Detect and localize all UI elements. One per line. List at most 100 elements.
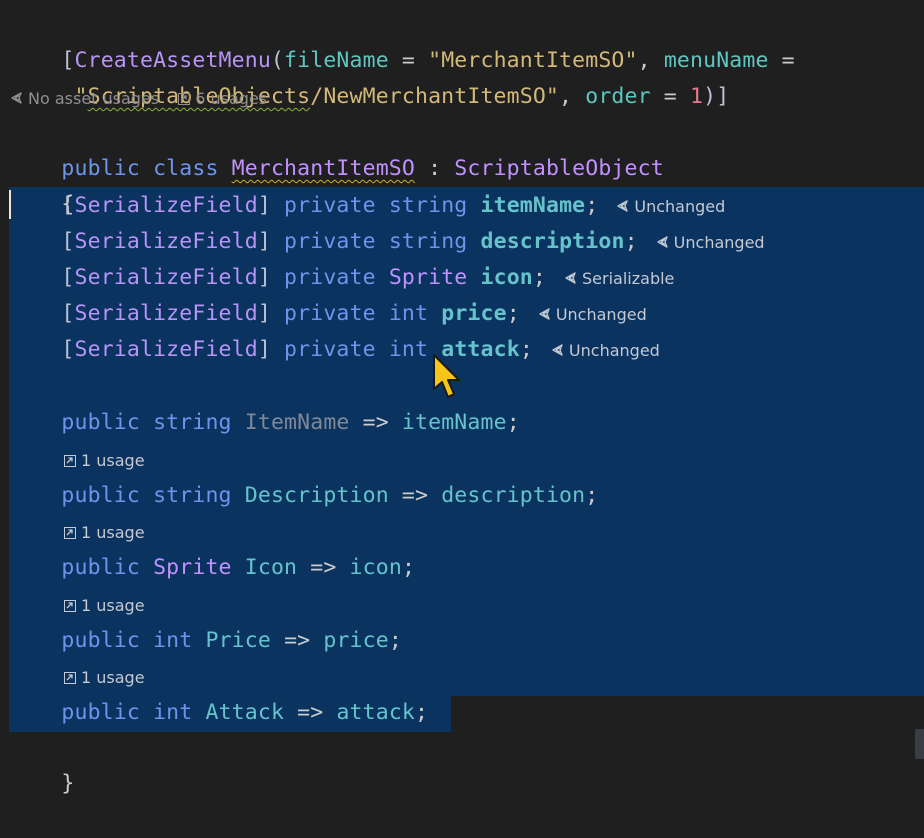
code-line-open-brace[interactable]: { [9, 151, 75, 217]
bracket: ] [257, 301, 271, 326]
operator: = [768, 48, 795, 73]
comma: , [559, 84, 586, 109]
field-name: price [441, 301, 507, 326]
bracket: [ [61, 229, 75, 254]
usage-code-lens[interactable]: 1 usage [64, 593, 145, 619]
go-to-usages-icon [64, 455, 76, 467]
asset-usages-text: No asset usages [28, 89, 160, 108]
type-name: string [388, 193, 468, 218]
asset-usages-lens[interactable]: No asset usages [10, 89, 164, 108]
code-line-property[interactable]: public Sprite Icon => icon; [9, 550, 415, 586]
unity-serialization-hint[interactable]: Unchanged [656, 233, 765, 252]
param-name: order [585, 84, 651, 109]
arrow-operator: => [270, 628, 324, 653]
unity-serialization-hint[interactable]: Unchanged [616, 197, 725, 216]
string-literal: /NewMerchantItemSO" [310, 84, 560, 109]
semicolon: ; [506, 301, 520, 326]
keyword: public [61, 555, 140, 580]
code-line-field[interactable]: [SerializeField] private string descript… [9, 224, 765, 260]
usage-text: 1 usage [81, 451, 145, 470]
usage-text: 1 usage [81, 523, 145, 542]
arrow-operator: => [297, 555, 350, 580]
type-name: int [153, 700, 193, 725]
keyword: private [284, 229, 376, 254]
class-code-lens: No asset usages 6 usages [10, 86, 267, 112]
vertical-scrollbar-thumb[interactable] [915, 729, 924, 759]
attribute-name: SerializeField [74, 301, 258, 326]
arrow-operator: => [284, 700, 337, 725]
semicolon: ; [388, 628, 402, 653]
code-line-property[interactable]: public string Description => description… [9, 478, 598, 514]
type-name: int [388, 337, 429, 362]
usages-lens[interactable]: 6 usages [178, 89, 267, 108]
keyword: public [61, 628, 140, 653]
bracket: ] [257, 337, 271, 362]
unity-icon [565, 272, 576, 284]
bracket: [ [61, 301, 75, 326]
keyword: public [61, 410, 140, 435]
field-name: icon [480, 265, 533, 290]
colon: : [415, 156, 455, 181]
unity-serialization-hint[interactable]: Unchanged [538, 305, 647, 324]
semicolon: ; [585, 483, 599, 508]
go-to-usages-icon [64, 600, 76, 612]
keyword: private [284, 193, 376, 218]
field-name: itemName [480, 193, 586, 218]
code-line-field[interactable]: [SerializeField] private int price; Uncha… [9, 296, 647, 332]
bracket: ] [257, 229, 271, 254]
hint-text: Serializable [582, 269, 675, 288]
property-name: Icon [244, 555, 298, 580]
code-editor[interactable]: [CreateAssetMenu(fileName = "MerchantIte… [0, 0, 924, 796]
type-name: string [153, 410, 232, 435]
keyword: public [61, 483, 140, 508]
code-line-class-declaration[interactable]: public class MerchantItemSO : Scriptable… [9, 115, 664, 181]
usage-code-lens[interactable]: 1 usage [64, 665, 145, 691]
usage-code-lens[interactable]: 1 usage [64, 520, 145, 546]
bracket: ] [257, 193, 271, 218]
property-name: Description [244, 483, 389, 508]
bracket: [ [61, 193, 75, 218]
type-name: Sprite [388, 265, 468, 290]
attribute-name: SerializeField [74, 193, 258, 218]
field-reference: price [323, 628, 389, 653]
code-line-attribute-2[interactable]: "ScriptableObjects/NewMerchantItemSO", o… [9, 43, 730, 109]
usages-text: 6 usages [195, 89, 268, 108]
arrow-operator: => [388, 483, 442, 508]
code-line-field[interactable]: [SerializeField] private Sprite icon; Ser… [9, 260, 674, 296]
semicolon: ; [519, 337, 533, 362]
operator: = [650, 84, 690, 109]
semicolon: ; [506, 410, 520, 435]
code-line-attribute-1[interactable]: [CreateAssetMenu(fileName = "MerchantIte… [9, 7, 795, 73]
hint-text: Unchanged [555, 305, 647, 324]
unity-icon [11, 92, 22, 104]
mouse-pointer-icon [433, 354, 460, 398]
class-name[interactable]: MerchantItemSO [232, 156, 415, 181]
keyword: public [61, 700, 140, 725]
semicolon: ; [415, 700, 429, 725]
unity-icon [552, 344, 563, 356]
field-name: description [480, 229, 625, 254]
number-literal: 1 [690, 84, 704, 109]
property-name: Attack [205, 700, 285, 725]
unity-serialization-hint[interactable]: Unchanged [551, 341, 660, 360]
code-line-property[interactable]: public int Attack => attack; [9, 695, 428, 731]
field-reference: icon [349, 555, 402, 580]
attribute-name: SerializeField [74, 265, 258, 290]
base-class-name[interactable]: ScriptableObject [454, 156, 664, 181]
go-to-usages-icon [64, 527, 76, 539]
attribute-name: SerializeField [74, 229, 258, 254]
hint-text: Unchanged [568, 341, 660, 360]
hint-text: Unchanged [673, 233, 765, 252]
code-line-close-brace[interactable]: } [9, 730, 75, 796]
type-name: string [388, 229, 468, 254]
usage-code-lens[interactable]: 1 usage [64, 448, 145, 474]
type-name: int [388, 301, 429, 326]
code-line-property[interactable]: public string ItemName => itemName; [9, 405, 520, 441]
unity-serialization-hint[interactable]: Serializable [564, 269, 674, 288]
code-line-field[interactable]: [SerializeField] private int attack; Unch… [9, 332, 660, 368]
type-name: int [153, 628, 193, 653]
field-reference: itemName [401, 410, 507, 435]
semicolon: ; [532, 265, 547, 290]
code-line-property[interactable]: public int Price => price; [9, 623, 402, 659]
code-line-field[interactable]: [SerializeField] private string itemName… [9, 188, 725, 224]
